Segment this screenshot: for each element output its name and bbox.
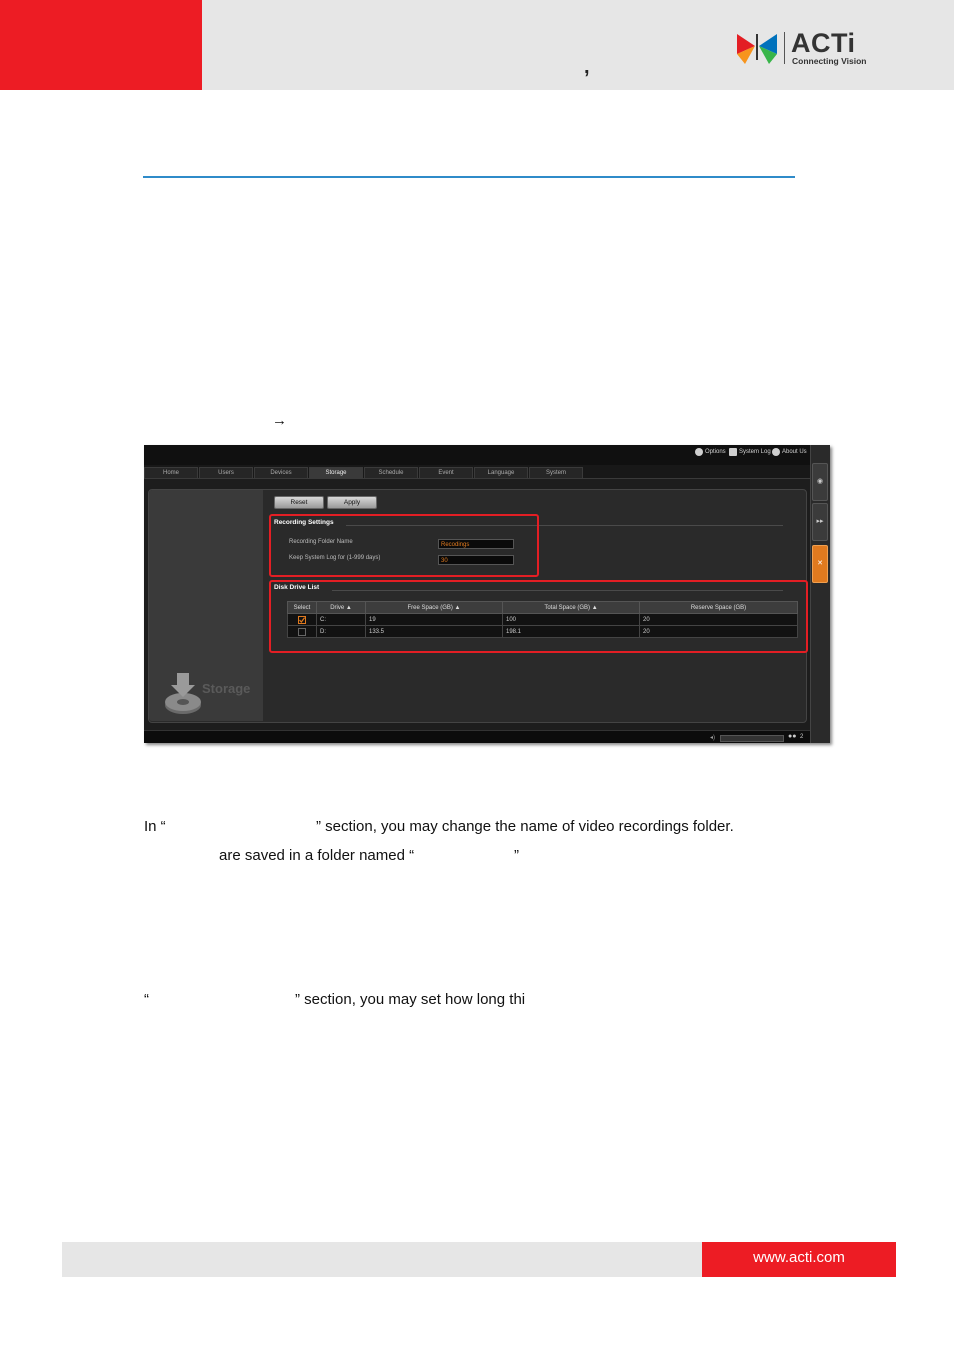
arrow-icon: →: [272, 412, 287, 429]
tab-event[interactable]: Event: [419, 467, 473, 478]
footer-url[interactable]: www.acti.com: [702, 1249, 896, 1266]
status-bar: ◂) ●● 2: [144, 730, 810, 743]
apply-button[interactable]: Apply: [327, 496, 377, 509]
storage-disk-icon: [165, 673, 201, 714]
speaker-icon: ◂): [710, 735, 716, 741]
options-link[interactable]: Options: [705, 449, 726, 455]
acti-logo: ACTi Connecting Vision: [735, 28, 870, 70]
paragraph-1-end: ” section, you may change the name of vi…: [316, 818, 734, 835]
tab-users[interactable]: Users: [199, 467, 253, 478]
volume-slider[interactable]: [720, 735, 784, 742]
app-top-bar: Options System Log About Us: [144, 445, 810, 465]
tab-storage[interactable]: Storage: [309, 467, 363, 478]
logo-wordmark: ACTi: [791, 28, 856, 58]
sidebar-title: Storage: [202, 681, 251, 696]
about-us-link[interactable]: About Us: [782, 449, 807, 455]
footer-bar: [62, 1242, 702, 1277]
live-view-button[interactable]: ◉: [812, 463, 828, 501]
paragraph-2: are saved in a folder named “: [219, 847, 415, 864]
storage-settings-screenshot: Options System Log About Us Home Users D…: [144, 445, 830, 743]
logo-divider: [784, 32, 785, 64]
tab-home[interactable]: Home: [144, 467, 198, 478]
system-log-link[interactable]: System Log: [739, 449, 771, 455]
acti-butterfly-icon: [737, 34, 777, 64]
user-count: 2: [800, 734, 804, 740]
reset-button[interactable]: Reset: [274, 496, 324, 509]
setup-button[interactable]: ✕: [812, 545, 828, 583]
logo-tagline: Connecting Vision: [792, 56, 867, 66]
paragraph-1-start: In “: [144, 818, 166, 835]
tab-devices[interactable]: Devices: [254, 467, 308, 478]
tab-system[interactable]: System: [529, 467, 583, 478]
tab-schedule[interactable]: Schedule: [364, 467, 418, 478]
info-icon: [772, 448, 780, 456]
section-divider: [143, 176, 795, 178]
header-red-block: [0, 0, 202, 90]
document-icon: [729, 448, 737, 456]
paragraph-2-close: ”: [514, 847, 519, 864]
paragraph-3-open: “: [144, 991, 149, 1008]
gear-icon: [695, 448, 703, 456]
recording-settings-highlight: [269, 514, 539, 577]
header-comma: ,: [584, 56, 590, 78]
playback-button[interactable]: ▸▸: [812, 503, 828, 541]
tab-language[interactable]: Language: [474, 467, 528, 478]
disk-drive-list-highlight: [269, 580, 808, 653]
users-icon: ●●: [788, 733, 797, 740]
paragraph-3: ” section, you may set how long thi: [295, 991, 526, 1008]
